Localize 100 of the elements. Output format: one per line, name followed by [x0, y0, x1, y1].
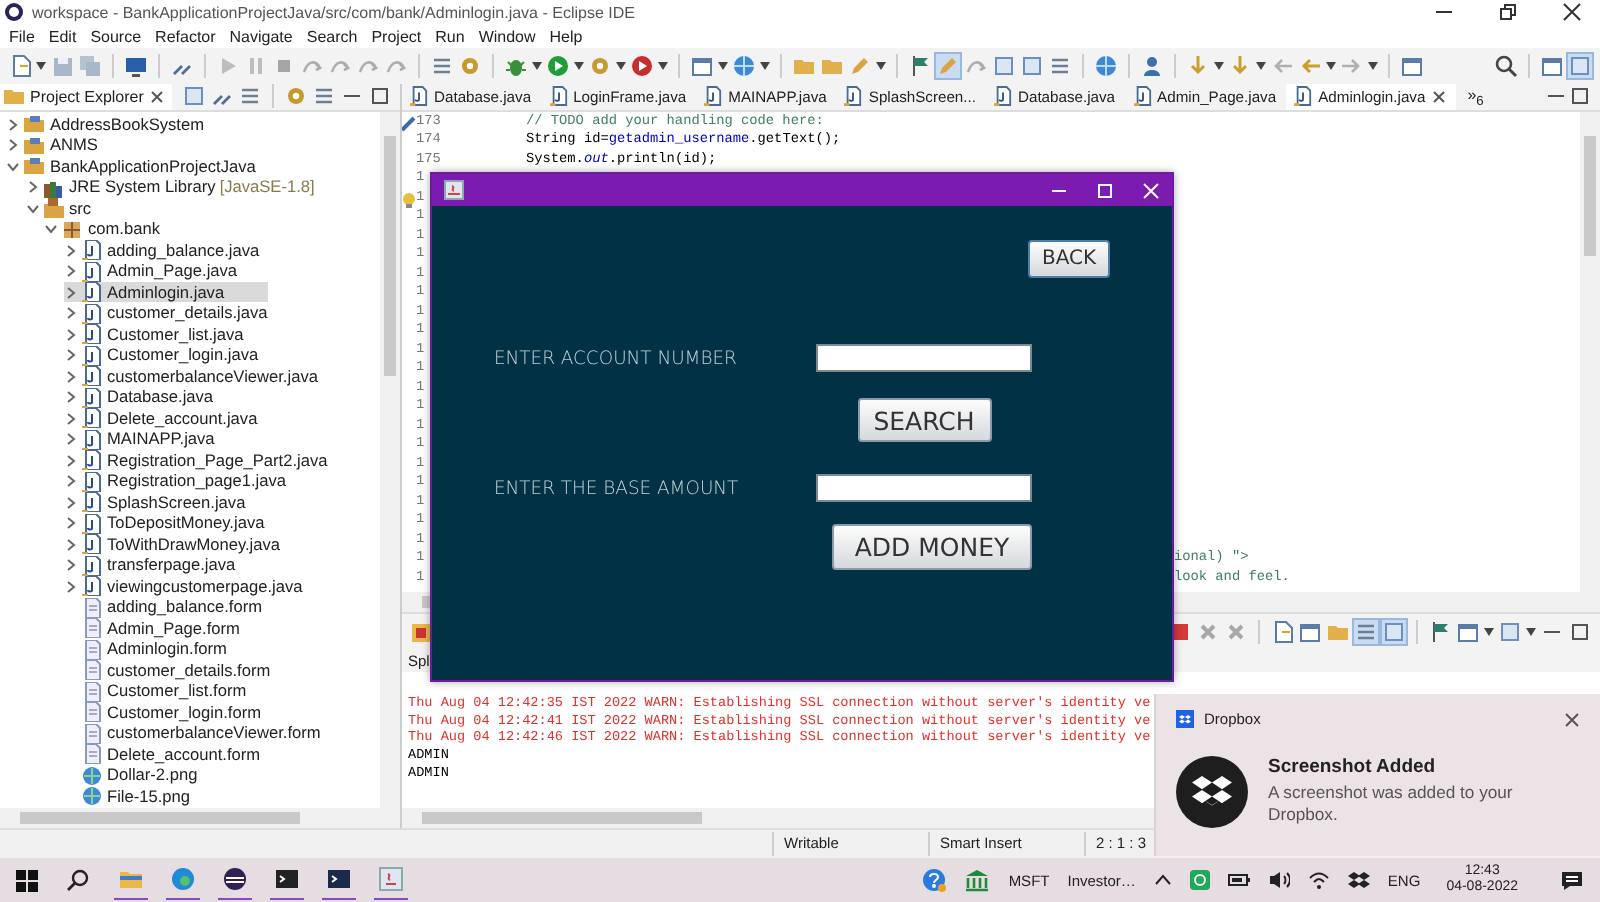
- maximize-icon[interactable]: [1568, 84, 1592, 109]
- input-field[interactable]: [816, 474, 1032, 502]
- scrollbar[interactable]: [1580, 111, 1600, 592]
- chevron-icon[interactable]: [63, 306, 77, 321]
- tree-item[interactable]: MAINAPP.java: [63, 428, 380, 450]
- list-icon[interactable]: [238, 84, 262, 109]
- tree-item[interactable]: Customer_list.form: [63, 680, 380, 702]
- window-icon[interactable]: [690, 53, 714, 78]
- chevron-icon[interactable]: [6, 138, 20, 153]
- tree-item[interactable]: Dollar-2.png: [63, 764, 380, 786]
- tree-item[interactable]: com.bank: [44, 218, 380, 240]
- page-icon[interactable]: [1270, 620, 1294, 645]
- close-icon[interactable]: [1431, 89, 1446, 104]
- battery-icon[interactable]: [1227, 872, 1250, 888]
- gear-icon[interactable]: [284, 84, 308, 109]
- menu-item[interactable]: File: [2, 27, 42, 46]
- caret-icon[interactable]: [36, 61, 46, 70]
- person-icon[interactable]: [1140, 53, 1164, 78]
- search-icon[interactable]: [1494, 53, 1518, 78]
- tree-item[interactable]: Registration_page1.java: [63, 470, 380, 492]
- caret-icon[interactable]: [1368, 61, 1378, 70]
- chevron-icon[interactable]: [63, 327, 77, 342]
- tree-item[interactable]: JRE System Library [JavaSE-1.8]: [25, 176, 380, 198]
- close-icon[interactable]: [1564, 711, 1580, 727]
- chevron-icon[interactable]: [63, 390, 77, 405]
- maximize-icon[interactable]: [1096, 181, 1114, 199]
- bank-icon[interactable]: [964, 868, 991, 892]
- tree-item[interactable]: Delete_account.form: [63, 743, 380, 765]
- menu-item[interactable]: Search: [299, 27, 365, 46]
- tree-item[interactable]: viewingcustomerpage.java: [63, 575, 380, 597]
- scrollbar[interactable]: [380, 111, 400, 809]
- chevron-icon[interactable]: [63, 411, 77, 426]
- tree-item[interactable]: customerbalanceViewer.form: [63, 722, 380, 744]
- list-icon[interactable]: [430, 53, 454, 78]
- flag-icon[interactable]: [1428, 620, 1452, 645]
- maximize-icon[interactable]: [368, 84, 392, 109]
- console-icon[interactable]: [410, 621, 432, 644]
- help-icon[interactable]: [922, 868, 947, 892]
- chevron-up-icon[interactable]: [1153, 874, 1172, 886]
- close-icon[interactable]: [149, 89, 164, 104]
- chevron-icon[interactable]: [63, 348, 77, 363]
- chevron-icon[interactable]: [63, 243, 77, 258]
- tree-item[interactable]: Admin_Page.form: [63, 617, 380, 639]
- view-tab[interactable]: Project Explorer: [0, 83, 172, 110]
- caret-icon[interactable]: [658, 61, 668, 70]
- caret-icon[interactable]: [1214, 61, 1224, 70]
- chevron-icon[interactable]: [63, 537, 77, 552]
- monitor-icon[interactable]: [124, 53, 148, 78]
- caret-icon[interactable]: [760, 61, 770, 70]
- tree-item[interactable]: Customer_list.java: [63, 323, 380, 345]
- tree-item[interactable]: ToDepositMoney.java: [63, 512, 380, 534]
- tree-item[interactable]: adding_balance.java: [63, 239, 380, 261]
- globe-icon[interactable]: [1094, 53, 1118, 78]
- tree-item[interactable]: transferpage.java: [63, 554, 380, 576]
- tree-item[interactable]: BankApplicationProjectJava: [6, 155, 380, 177]
- chevron-icon[interactable]: [63, 369, 77, 384]
- tree-item[interactable]: Database.java: [63, 386, 380, 408]
- flag-icon[interactable]: [908, 53, 932, 78]
- chevron-icon[interactable]: [25, 201, 39, 216]
- box-icon[interactable]: [182, 84, 206, 109]
- speaker-icon[interactable]: [1267, 870, 1290, 890]
- tree-item[interactable]: ANMS: [6, 134, 380, 156]
- search-button[interactable]: SEARCH: [857, 398, 991, 442]
- notification-icon[interactable]: [1560, 869, 1584, 891]
- tree-item[interactable]: Registration_Page_Part2.java: [63, 449, 380, 471]
- tree-item[interactable]: Adminlogin.java: [63, 281, 268, 303]
- chevron-icon[interactable]: [25, 180, 39, 195]
- tree-item[interactable]: src: [25, 197, 380, 219]
- app-icon[interactable]: [1189, 870, 1210, 890]
- tree-item[interactable]: Delete_account.java: [63, 407, 380, 429]
- chevron-icon[interactable]: [63, 474, 77, 489]
- window-icon[interactable]: [1400, 53, 1424, 78]
- menu-item[interactable]: Edit: [41, 27, 84, 46]
- run-icon[interactable]: [630, 53, 654, 78]
- dropbox-icon[interactable]: [1347, 870, 1370, 890]
- chevron-icon[interactable]: [63, 285, 77, 300]
- page-icon[interactable]: [8, 53, 32, 78]
- input-field[interactable]: [816, 344, 1032, 372]
- window-icon[interactable]: [1456, 620, 1480, 645]
- gear-icon[interactable]: [458, 53, 482, 78]
- wifi-icon[interactable]: [1307, 870, 1330, 890]
- list-icon[interactable]: [312, 84, 336, 109]
- menu-item[interactable]: Run: [428, 27, 472, 46]
- caret-icon[interactable]: [1484, 628, 1494, 637]
- tree-item[interactable]: Admin_Page.java: [63, 260, 380, 282]
- chevron-icon[interactable]: [6, 117, 20, 132]
- window-icon[interactable]: [1298, 620, 1322, 645]
- tree-item[interactable]: Customer_login.form: [63, 701, 380, 723]
- chevron-icon[interactable]: [63, 495, 77, 510]
- list-icon[interactable]: [1354, 620, 1378, 645]
- caret-icon[interactable]: [1526, 628, 1536, 637]
- caret-icon[interactable]: [1256, 61, 1266, 70]
- box-icon[interactable]: [1382, 620, 1406, 645]
- menu-item[interactable]: Source: [83, 27, 149, 46]
- tree-item[interactable]: adding_balance.form: [63, 596, 380, 618]
- chevron-icon[interactable]: [44, 222, 58, 237]
- tree-item[interactable]: Adminlogin.form: [63, 638, 380, 660]
- menu-item[interactable]: Refactor: [148, 27, 223, 46]
- maximize-icon[interactable]: [1568, 620, 1592, 645]
- caret-icon[interactable]: [574, 61, 584, 70]
